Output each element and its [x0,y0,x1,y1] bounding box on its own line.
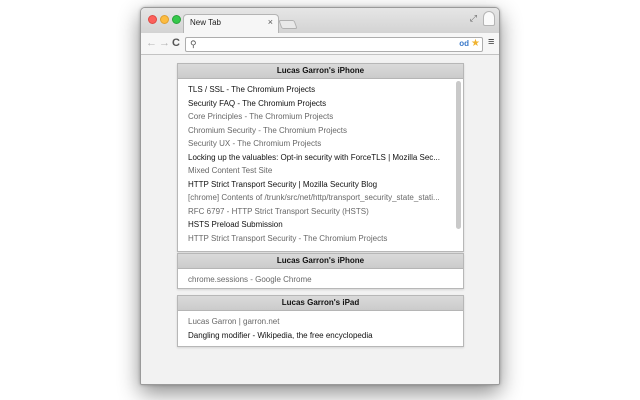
session-link[interactable]: chrome.sessions - Google Chrome [188,273,446,287]
session-link[interactable]: [chrome] Contents of /trunk/src/net/http… [188,191,446,205]
new-tab-button[interactable] [278,20,298,29]
extension-icon[interactable]: od [459,39,469,48]
device-panel: Lucas Garron's iPad Lucas Garron | garro… [177,295,464,347]
device-panel: Lucas Garron's iPhone TLS / SSL - The Ch… [177,63,464,252]
forward-button[interactable]: → [159,36,170,50]
session-link[interactable]: Security FAQ - The Chromium Projects [188,97,446,111]
menu-icon[interactable]: ≡ [488,36,494,48]
tab-strip: New Tab × ⤢ [141,8,499,33]
window-maximize-button[interactable] [172,15,181,24]
device-name: Lucas Garron's iPhone [178,254,463,269]
toolbar: ← → C ⚲ od ★ ≡ [141,33,499,55]
device-panel: Lucas Garron's iPhone chrome.sessions - … [177,253,464,289]
other-devices-page: Lucas Garron's iPhone TLS / SSL - The Ch… [141,56,499,384]
session-link[interactable]: Core Principles - The Chromium Projects [188,110,446,124]
omnibox[interactable]: ⚲ od ★ [185,37,483,52]
session-link[interactable]: RFC 6797 - HTTP Strict Transport Securit… [188,205,446,219]
fullscreen-icon[interactable]: ⤢ [470,13,477,24]
session-link[interactable]: Chromium Security - The Chromium Project… [188,124,446,138]
tab-close-icon[interactable]: × [268,17,273,27]
session-link[interactable]: Mixed Content Test Site [188,164,446,178]
tab-new-tab[interactable]: New Tab × [183,14,279,33]
session-link[interactable]: Security UX - The Chromium Projects [188,137,446,151]
window-close-button[interactable] [148,15,157,24]
back-button[interactable]: ← [146,36,157,50]
session-link[interactable]: HTTP Strict Transport Security | Mozilla… [188,178,446,192]
device-tab-list: TLS / SSL - The Chromium Projects Securi… [178,79,463,252]
reload-button[interactable]: C [172,36,180,50]
session-link[interactable]: Locking up the valuables: Opt-in securit… [188,151,446,165]
scrollbar-thumb[interactable] [456,81,461,229]
bookmark-star-icon[interactable]: ★ [471,38,480,49]
device-name: Lucas Garron's iPad [178,296,463,311]
device-tab-list: Lucas Garron | garron.net Dangling modif… [178,311,463,342]
tab-title: New Tab [190,18,221,27]
device-name: Lucas Garron's iPhone [178,64,463,79]
session-link[interactable]: HTTP Strict Transport Security - The Chr… [188,232,446,246]
profile-avatar-icon[interactable] [483,11,495,26]
browser-window: New Tab × ⤢ ← → C ⚲ od ★ ≡ Lucas Garron'… [140,7,500,385]
session-link[interactable]: Lucas Garron | garron.net [188,315,446,329]
session-link[interactable]: Dangling modifier - Wikipedia, the free … [188,329,446,343]
session-link[interactable]: HSTS Preload Submission [188,218,446,232]
session-link[interactable]: TLS / SSL - The Chromium Projects [188,83,446,97]
search-icon: ⚲ [190,39,197,49]
address-input[interactable] [200,38,450,51]
device-tab-list: chrome.sessions - Google Chrome [178,269,463,287]
window-minimize-button[interactable] [160,15,169,24]
